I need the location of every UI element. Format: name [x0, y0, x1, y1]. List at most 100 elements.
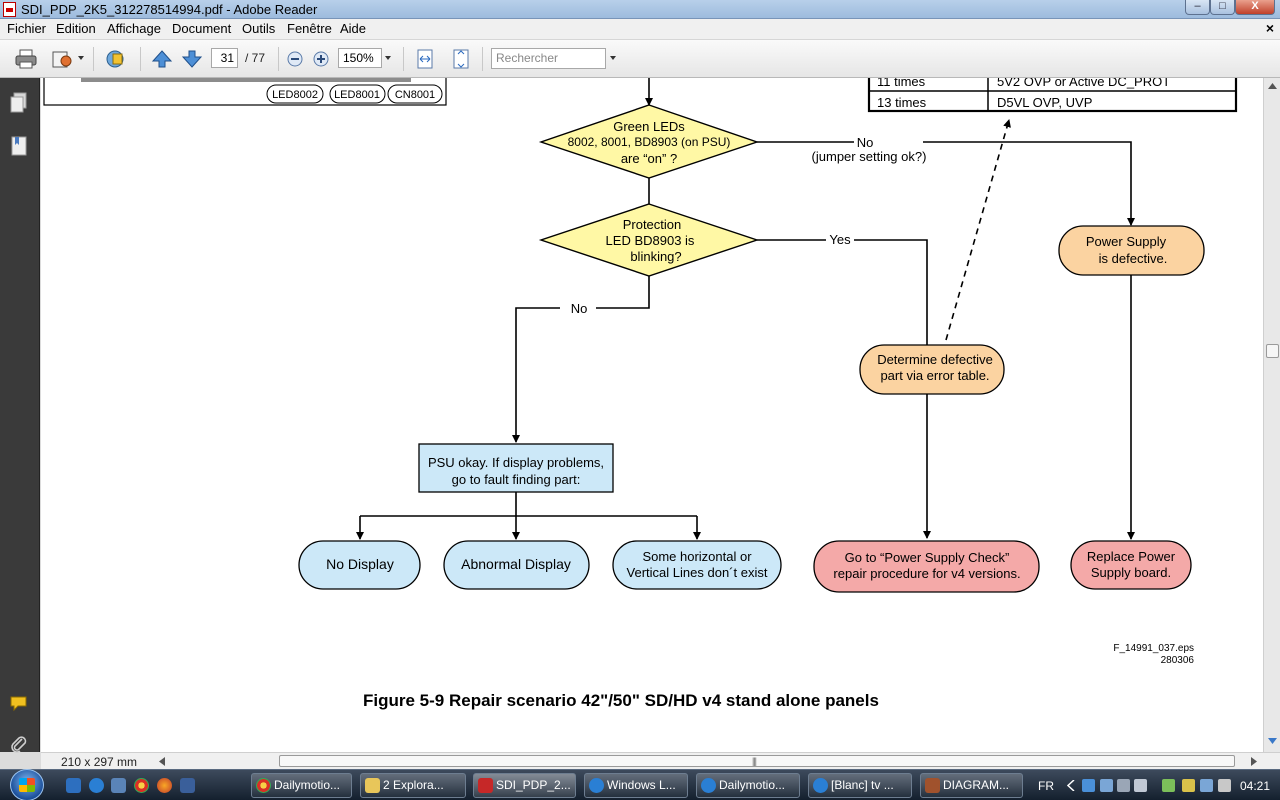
file-date: 280306 [1161, 655, 1195, 666]
horizontal-scroll-thumb[interactable]: ||| [279, 755, 1235, 767]
toolbar-separator [482, 47, 483, 71]
toolbar-separator [278, 47, 279, 71]
taskbar-button-explorer[interactable]: 2 Explora... [360, 773, 466, 798]
protection-led-decision: Protection LED BD8903 is blinking? [538, 203, 760, 277]
menu-fichier[interactable]: Fichier [7, 21, 46, 36]
chrome-icon [256, 778, 271, 793]
tray-app-icon[interactable] [1117, 779, 1130, 792]
toolbar-separator [403, 47, 404, 71]
vertical-scrollbar[interactable] [1263, 78, 1280, 752]
title-bar: SDI_PDP_2K5_312278514994.pdf - Adobe Rea… [0, 0, 1280, 19]
error-description: D5VL OVP, UVP [997, 95, 1092, 110]
start-button[interactable] [10, 769, 44, 800]
tray-app-icon[interactable] [1162, 779, 1175, 792]
power-supply-defective-box: Power Supply is defective. [1058, 225, 1205, 276]
menu-affichage[interactable]: Affichage [107, 21, 161, 36]
pdf-icon [478, 778, 493, 793]
menu-aide[interactable]: Aide [340, 21, 366, 36]
no-branch-label: No [571, 301, 588, 316]
svg-text:repair procedure for v4 versio: repair procedure for v4 versions. [833, 566, 1020, 581]
zoom-dropdown-icon[interactable] [385, 56, 391, 60]
next-page-icon[interactable] [181, 49, 203, 69]
attachments-icon[interactable] [9, 734, 29, 756]
error-count: 11 times [877, 78, 926, 89]
connector-label-cn8001: CN8001 [395, 89, 435, 101]
zoom-in-icon[interactable] [312, 50, 330, 68]
maximize-button[interactable]: □ [1210, 0, 1235, 15]
fit-page-icon[interactable] [450, 49, 472, 69]
folder-icon [365, 778, 380, 793]
replace-board-box: Replace Power Supply board. [1070, 540, 1192, 590]
page-number-input[interactable]: 31 [211, 48, 238, 68]
close-window-button[interactable]: X [1235, 0, 1275, 15]
window-title: SDI_PDP_2K5_312278514994.pdf - Adobe Rea… [21, 2, 318, 17]
print-icon[interactable] [15, 49, 37, 69]
no-display-box: No Display [298, 540, 421, 590]
pages-panel-icon[interactable] [9, 92, 29, 114]
menu-edition[interactable]: Edition [56, 21, 96, 36]
menu-fenetre[interactable]: Fenêtre [287, 21, 332, 36]
document-view[interactable]: LED8002 LED8001 CN8001 11 times 5V2 OVP … [41, 78, 1263, 752]
figure-caption: Figure 5-9 Repair scenario 42"/50" SD/HD… [363, 691, 879, 710]
tray-app-icon[interactable] [1134, 779, 1147, 792]
taskbar-button-dailymotion[interactable]: Dailymotio... [251, 773, 352, 798]
svg-text:PSU okay. If display problems,: PSU okay. If display problems, [428, 455, 604, 470]
internet-explorer-icon[interactable] [89, 778, 104, 793]
fit-width-icon[interactable] [414, 49, 436, 69]
menu-outils[interactable]: Outils [242, 21, 275, 36]
scroll-right-icon[interactable] [1250, 757, 1258, 766]
led-label-8001: LED8001 [334, 89, 380, 101]
taskbar-button-blanc-tv[interactable]: [Blanc] tv ... [808, 773, 912, 798]
comments-panel-icon[interactable] [9, 693, 29, 715]
scroll-up-icon[interactable] [1267, 81, 1278, 91]
status-bar: 210 x 297 mm ||| [41, 752, 1280, 769]
tray-app-icon[interactable] [1082, 779, 1095, 792]
taskbar: Dailymotio... 2 Explora... SDI_PDP_2... … [0, 769, 1280, 800]
missing-lines-box: Some horizontal or Vertical Lines don´t … [612, 540, 782, 590]
svg-text:Replace Power: Replace Power [1087, 549, 1176, 564]
share-icon[interactable] [51, 49, 73, 69]
switch-windows-icon[interactable] [111, 778, 126, 793]
vertical-scroll-thumb[interactable] [1266, 344, 1279, 358]
tray-app-icon[interactable] [1100, 779, 1113, 792]
close-document-icon[interactable]: × [1266, 20, 1274, 36]
taskbar-button-adobe-reader[interactable]: SDI_PDP_2... [473, 773, 576, 798]
scroll-down-icon[interactable] [1267, 736, 1278, 746]
firefox-icon[interactable] [157, 778, 172, 793]
menu-document[interactable]: Document [172, 21, 231, 36]
svg-text:Determine defective: Determine defective [877, 352, 993, 367]
show-hidden-icons-icon[interactable] [1067, 780, 1075, 791]
taskbar-button-dailymotion-ie[interactable]: Dailymotio... [696, 773, 800, 798]
led-label-8002: LED8002 [272, 89, 318, 101]
svg-text:Some horizontal or: Some horizontal or [642, 549, 752, 564]
bookmarks-panel-icon[interactable] [9, 135, 29, 157]
zoom-out-icon[interactable] [286, 50, 304, 68]
page-size-label: 210 x 297 mm [61, 755, 138, 769]
security-shield-icon[interactable] [180, 778, 195, 793]
previous-page-icon[interactable] [151, 49, 173, 69]
language-indicator[interactable]: FR [1038, 779, 1054, 793]
show-desktop-icon[interactable] [66, 778, 81, 793]
zoom-level-input[interactable]: 150% [338, 48, 382, 68]
clock[interactable]: 04:21 [1240, 779, 1270, 793]
network-icon[interactable] [1200, 779, 1213, 792]
internet-explorer-icon [813, 778, 828, 793]
volume-icon[interactable] [1218, 779, 1231, 792]
chrome-icon[interactable] [134, 778, 149, 793]
share-dropdown-icon[interactable] [78, 56, 84, 60]
file-reference: F_14991_037.eps [1113, 643, 1194, 654]
svg-text:Vertical Lines don´t exist: Vertical Lines don´t exist [627, 565, 768, 580]
minimize-button[interactable]: ‒ [1185, 0, 1210, 15]
pdf-app-icon [3, 2, 16, 17]
search-dropdown-icon[interactable] [610, 56, 616, 60]
collaborate-icon[interactable] [104, 49, 126, 69]
scroll-left-icon[interactable] [158, 757, 166, 766]
safely-remove-icon[interactable] [1182, 779, 1195, 792]
taskbar-button-windows-live[interactable]: Windows L... [584, 773, 688, 798]
svg-text:go to fault finding part:: go to fault finding part: [452, 472, 581, 487]
yes-branch-label: Yes [829, 232, 851, 247]
scroll-grip-icon: ||| [752, 756, 757, 766]
search-input[interactable]: Rechercher [491, 48, 606, 69]
repair-flowchart: LED8002 LED8001 CN8001 11 times 5V2 OVP … [43, 78, 1238, 710]
taskbar-button-diagram[interactable]: DIAGRAM... [920, 773, 1023, 798]
